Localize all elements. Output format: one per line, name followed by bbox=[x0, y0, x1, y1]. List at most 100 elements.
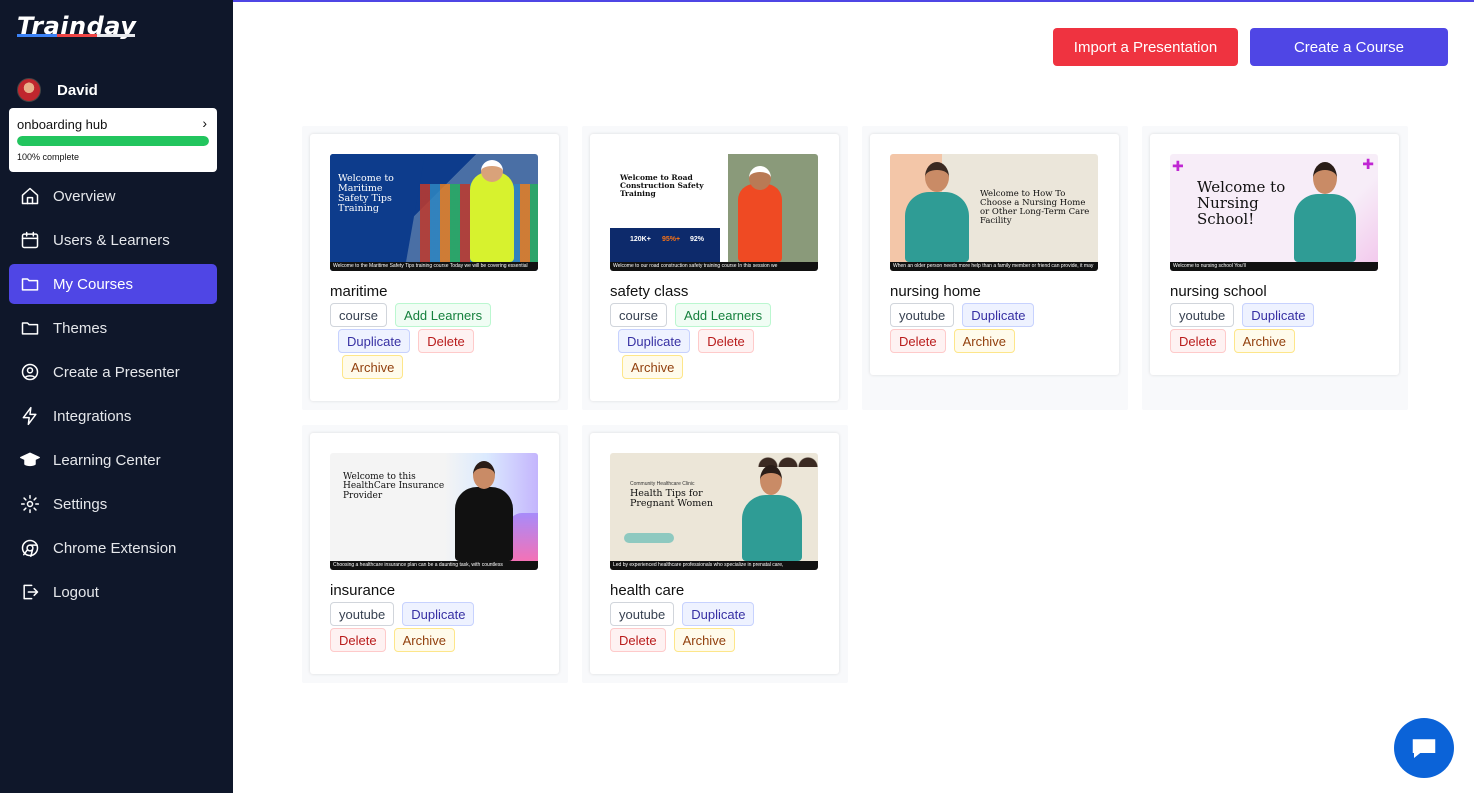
thumbnail-caption: Led by experienced healthcare profession… bbox=[610, 561, 818, 570]
course-actions: course Add Learners Duplicate Delete Arc… bbox=[330, 303, 545, 381]
duplicate-button[interactable]: Duplicate bbox=[402, 602, 475, 626]
course-thumbnail[interactable]: Welcome to this HealthCare Insurance Pro… bbox=[330, 453, 538, 570]
sidebar-item-label: Chrome Extension bbox=[53, 539, 177, 557]
delete-button[interactable]: Delete bbox=[330, 628, 386, 652]
course-cell: Welcome to Maritime Safety Tips Training… bbox=[302, 126, 568, 410]
course-card-nursing-school[interactable]: ✚ ✚ Welcome to Nursing School! Welcome t… bbox=[1150, 134, 1399, 375]
add-learners-button[interactable]: Add Learners bbox=[395, 303, 492, 327]
delete-button[interactable]: Delete bbox=[418, 329, 474, 353]
sidebar-item-users-learners[interactable]: Users & Learners bbox=[9, 220, 217, 260]
onboarding-hub-card[interactable]: onboarding hub › 100% complete bbox=[9, 108, 217, 172]
thumbnail-caption: When an older person needs more help tha… bbox=[890, 262, 1098, 271]
archive-button[interactable]: Archive bbox=[1233, 329, 1295, 353]
course-type-badge: course bbox=[330, 303, 388, 327]
delete-button[interactable]: Delete bbox=[610, 628, 666, 652]
bolt-icon bbox=[19, 405, 41, 427]
add-learners-button[interactable]: Add Learners bbox=[675, 303, 772, 327]
hub-title: onboarding hub bbox=[17, 117, 108, 132]
sidebar-item-themes[interactable]: Themes bbox=[9, 308, 217, 348]
duplicate-button[interactable]: Duplicate bbox=[618, 329, 691, 353]
avatar bbox=[17, 78, 41, 102]
course-title: maritime bbox=[330, 283, 388, 300]
sidebar-item-overview[interactable]: Overview bbox=[9, 176, 217, 216]
course-cell: Welcome to Road Construction Safety Trai… bbox=[582, 126, 848, 410]
folder-icon bbox=[19, 273, 41, 295]
sidebar-nav: Overview Users & Learners My Courses The… bbox=[9, 176, 217, 616]
thumbnail-caption: Welcome to nursing school You'll bbox=[1170, 262, 1378, 271]
course-thumbnail[interactable]: Welcome to Road Construction Safety Trai… bbox=[610, 154, 818, 271]
thumbnail-title: Welcome to Maritime Safety Tips Training bbox=[338, 173, 394, 214]
duplicate-button[interactable]: Duplicate bbox=[682, 602, 755, 626]
sidebar-item-label: My Courses bbox=[53, 275, 134, 293]
thumbnail-subtitle: Community Healthcare Clinic bbox=[630, 481, 695, 487]
course-thumbnail[interactable]: ✚ ✚ Welcome to Nursing School! Welcome t… bbox=[1170, 154, 1378, 271]
chat-launcher-button[interactable] bbox=[1394, 718, 1454, 778]
course-thumbnail[interactable]: Welcome to Maritime Safety Tips Training… bbox=[330, 154, 538, 271]
chevron-right-icon: › bbox=[202, 115, 207, 131]
user-profile[interactable]: David bbox=[17, 78, 98, 102]
course-actions: course Add Learners Duplicate Delete Arc… bbox=[610, 303, 825, 381]
thumbnail-stat: 95%+ bbox=[662, 236, 681, 243]
sidebar-item-integrations[interactable]: Integrations bbox=[9, 396, 217, 436]
course-thumbnail[interactable]: Community Healthcare Clinic Health Tips … bbox=[610, 453, 818, 570]
course-actions: youtube Duplicate Delete Archive bbox=[1170, 303, 1385, 355]
sidebar: Trainday David onboarding hub › 100% com… bbox=[0, 0, 233, 793]
cross-icon: ✚ bbox=[1172, 158, 1184, 174]
chat-bubble-icon bbox=[1412, 739, 1436, 758]
user-name: David bbox=[57, 81, 98, 99]
hub-progress-bar bbox=[17, 136, 209, 146]
duplicate-button[interactable]: Duplicate bbox=[1242, 303, 1315, 327]
course-card-nursing-home[interactable]: Welcome to How To Choose a Nursing Home … bbox=[870, 134, 1119, 375]
archive-button[interactable]: Archive bbox=[953, 329, 1015, 353]
course-actions: youtube Duplicate Delete Archive bbox=[610, 602, 825, 654]
top-accent-line bbox=[233, 0, 1474, 2]
sidebar-item-logout[interactable]: Logout bbox=[9, 572, 217, 612]
calendar-icon bbox=[19, 229, 41, 251]
archive-button[interactable]: Archive bbox=[393, 628, 455, 652]
archive-button[interactable]: Archive bbox=[622, 355, 684, 379]
course-cell: Community Healthcare Clinic Health Tips … bbox=[582, 425, 848, 683]
course-type-badge: youtube bbox=[610, 602, 675, 626]
thumbnail-title: Welcome to this HealthCare Insurance Pro… bbox=[343, 472, 445, 501]
create-course-button[interactable]: Create a Course bbox=[1250, 28, 1448, 66]
course-title: safety class bbox=[610, 283, 689, 300]
course-cell: Welcome to How To Choose a Nursing Home … bbox=[862, 126, 1128, 410]
logo-underline bbox=[17, 34, 135, 38]
course-title: health care bbox=[610, 582, 685, 599]
course-type-badge: course bbox=[610, 303, 668, 327]
delete-button[interactable]: Delete bbox=[890, 329, 946, 353]
sidebar-item-settings[interactable]: Settings bbox=[9, 484, 217, 524]
archive-button[interactable]: Archive bbox=[673, 628, 735, 652]
gear-icon bbox=[19, 493, 41, 515]
course-title: insurance bbox=[330, 582, 396, 599]
delete-button[interactable]: Delete bbox=[1170, 329, 1226, 353]
delete-button[interactable]: Delete bbox=[698, 329, 754, 353]
thumbnail-stat: 120K+ bbox=[630, 236, 651, 243]
course-actions: youtube Duplicate Delete Archive bbox=[890, 303, 1105, 355]
archive-button[interactable]: Archive bbox=[342, 355, 404, 379]
course-cell: Welcome to this HealthCare Insurance Pro… bbox=[302, 425, 568, 683]
sidebar-item-my-courses[interactable]: My Courses bbox=[9, 264, 217, 304]
course-cell: ✚ ✚ Welcome to Nursing School! Welcome t… bbox=[1142, 126, 1408, 410]
user-circle-icon bbox=[19, 361, 41, 383]
course-card-safety-class[interactable]: Welcome to Road Construction Safety Trai… bbox=[590, 134, 839, 401]
sidebar-item-create-presenter[interactable]: Create a Presenter bbox=[9, 352, 217, 392]
course-card-health-care[interactable]: Community Healthcare Clinic Health Tips … bbox=[590, 433, 839, 674]
course-type-badge: youtube bbox=[1170, 303, 1235, 327]
thumbnail-caption: Welcome to our road construction safety … bbox=[610, 262, 818, 271]
folder-icon bbox=[19, 317, 41, 339]
course-actions: youtube Duplicate Delete Archive bbox=[330, 602, 545, 654]
import-presentation-button[interactable]: Import a Presentation bbox=[1053, 28, 1238, 66]
sidebar-item-label: Learning Center bbox=[53, 451, 161, 469]
course-card-maritime[interactable]: Welcome to Maritime Safety Tips Training… bbox=[310, 134, 559, 401]
sidebar-item-chrome-extension[interactable]: Chrome Extension bbox=[9, 528, 217, 568]
sidebar-item-label: Users & Learners bbox=[53, 231, 170, 249]
sidebar-item-learning-center[interactable]: Learning Center bbox=[9, 440, 217, 480]
course-type-badge: youtube bbox=[330, 602, 395, 626]
graduation-cap-icon bbox=[19, 449, 41, 471]
duplicate-button[interactable]: Duplicate bbox=[962, 303, 1035, 327]
course-card-insurance[interactable]: Welcome to this HealthCare Insurance Pro… bbox=[310, 433, 559, 674]
course-thumbnail[interactable]: Welcome to How To Choose a Nursing Home … bbox=[890, 154, 1098, 271]
chrome-icon bbox=[19, 537, 41, 559]
duplicate-button[interactable]: Duplicate bbox=[338, 329, 411, 353]
